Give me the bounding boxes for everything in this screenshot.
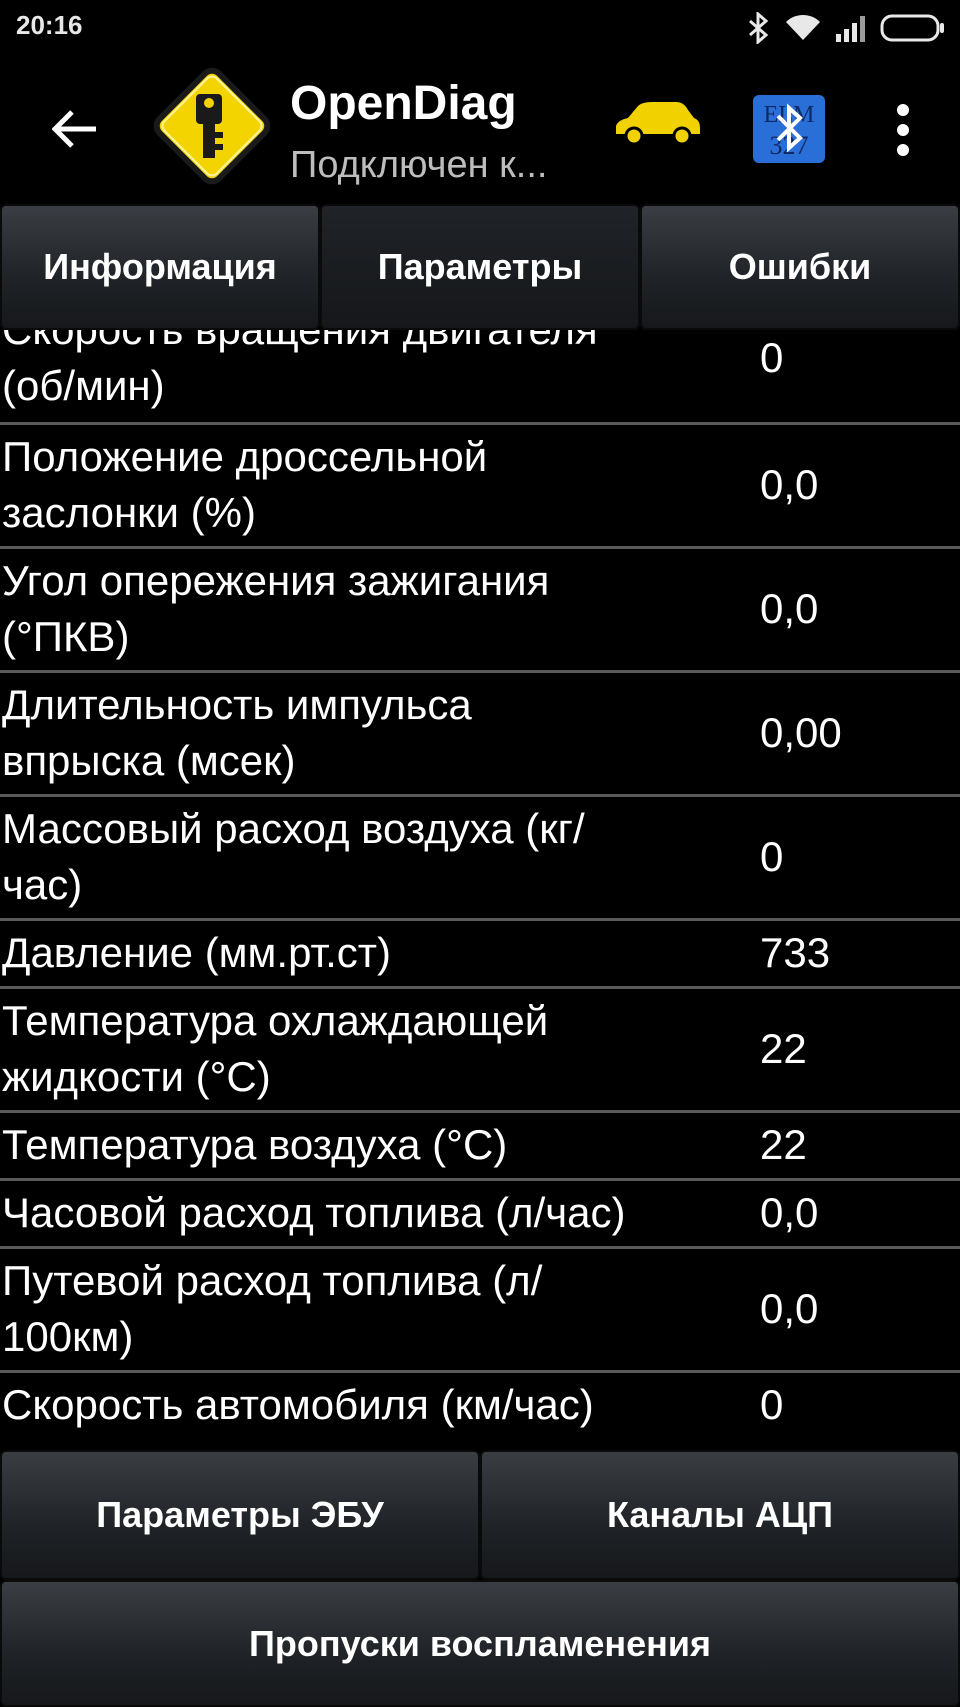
signal-icon <box>836 14 870 47</box>
param-value: 0,0 <box>760 461 819 508</box>
table-row: Путевой расход топлива (л/ 100км) 0,0 <box>0 1249 960 1373</box>
param-name: Положение дроссельной заслонки (%) <box>2 433 488 536</box>
parameter-table[interactable]: Скорость вращения двигателя (об/мин) 0 П… <box>0 330 960 1434</box>
table-row: Скорость вращения двигателя (об/мин) 0 <box>0 330 960 425</box>
more-vert-icon <box>878 104 928 162</box>
param-value: 0 <box>760 334 784 381</box>
tab-errors[interactable]: Ошибки <box>640 204 960 330</box>
battery-icon <box>880 14 946 47</box>
action-bar: OpenDiag Подключен к... ELM 327 <box>0 56 960 204</box>
param-value: 22 <box>760 1025 807 1072</box>
param-name: Температура охлаждающей жидкости (°C) <box>2 997 549 1100</box>
param-name: Путевой расход топлива (л/ 100км) <box>2 1257 543 1360</box>
tab-parameters[interactable]: Параметры <box>320 204 640 330</box>
param-name: Часовой расход топлива (л/час) <box>2 1189 626 1236</box>
param-name: Длительность импульса впрыска (мсек) <box>2 681 472 784</box>
param-name: Массовый расход воздуха (кг/ час) <box>2 805 585 908</box>
status-time: 20:16 <box>16 10 83 40</box>
table-row: Температура воздуха (°C) 22 <box>0 1113 960 1181</box>
param-value: 733 <box>760 929 831 976</box>
table-row: Угол опережения зажигания (°ПКВ) 0,0 <box>0 549 960 673</box>
status-bar: 20:16 <box>0 0 960 56</box>
elm327-adapter-button[interactable]: ELM 327 <box>752 94 826 164</box>
param-value: 22 <box>760 1121 807 1168</box>
param-value: 0,0 <box>760 585 819 632</box>
table-row: Массовый расход воздуха (кг/ час) 0 <box>0 797 960 921</box>
table-row: Длительность импульса впрыска (мсек) 0,0… <box>0 673 960 797</box>
bluetooth-icon <box>748 10 770 49</box>
table-row: Температура охлаждающей жидкости (°C) 22 <box>0 989 960 1113</box>
tab-info[interactable]: Информация <box>0 204 320 330</box>
vehicle-button[interactable] <box>612 100 712 160</box>
misfires-button[interactable]: Пропуски воспламенения <box>0 1580 960 1707</box>
table-row: Скорость автомобиля (км/час) 0 <box>0 1373 960 1434</box>
param-name: Температура воздуха (°C) <box>2 1121 508 1168</box>
overflow-menu-button[interactable] <box>878 102 928 158</box>
car-icon <box>612 102 702 150</box>
app-title: OpenDiag <box>290 77 517 130</box>
param-value: 0,0 <box>760 1189 819 1236</box>
param-value: 0 <box>760 833 784 880</box>
back-arrow-icon <box>51 109 98 154</box>
adc-channels-button[interactable]: Каналы АЦП <box>480 1450 960 1580</box>
param-name: Скорость вращения двигателя (об/мин) <box>2 330 598 409</box>
connection-status: Подключен к... <box>290 144 548 186</box>
param-name: Угол опережения зажигания (°ПКВ) <box>2 557 550 660</box>
param-value: 0,00 <box>760 709 842 756</box>
ecu-parameters-button[interactable]: Параметры ЭБУ <box>0 1450 480 1580</box>
table-row: Давление (мм.рт.ст) 733 <box>0 921 960 989</box>
param-value: 0,0 <box>760 1285 819 1332</box>
param-name: Скорость автомобиля (км/час) <box>2 1381 594 1428</box>
table-row: Положение дроссельной заслонки (%) 0,0 <box>0 425 960 549</box>
elm327-bluetooth-icon: ELM 327 <box>752 95 826 168</box>
table-row: Часовой расход топлива (л/час) 0,0 <box>0 1181 960 1249</box>
app-logo-icon <box>148 62 276 195</box>
param-value: 0 <box>760 1381 784 1428</box>
back-button[interactable] <box>40 96 110 166</box>
app-screen: 20:16 OpenDiag Подключен к... ELM 327 Ин… <box>0 0 960 1707</box>
wifi-icon <box>784 14 822 47</box>
param-name: Давление (мм.рт.ст) <box>2 929 392 976</box>
